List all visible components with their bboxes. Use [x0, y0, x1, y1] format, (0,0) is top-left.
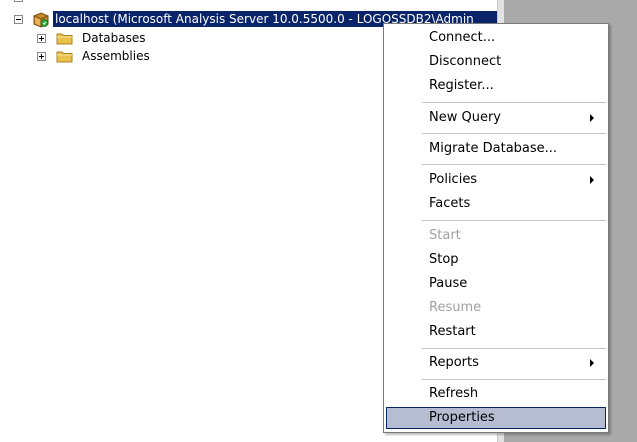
menu-separator [422, 379, 606, 381]
menu-item-restart[interactable]: Restart [386, 321, 606, 343]
menu-separator [422, 102, 606, 104]
menu-item-facets[interactable]: Facets [386, 193, 606, 215]
menu-separator [422, 348, 606, 350]
menu-separator [422, 133, 606, 135]
menu-item-refresh[interactable]: Refresh [386, 383, 606, 405]
menu-item-connect[interactable]: Connect... [386, 27, 606, 49]
menu-item-properties[interactable]: Properties [386, 407, 606, 429]
menu-item-label: Reports [429, 355, 479, 370]
analysis-server-icon [33, 12, 49, 28]
menu-separator [422, 164, 606, 166]
menu-item-new-query[interactable]: New Query [386, 107, 606, 129]
menu-item-reports[interactable]: Reports [386, 352, 606, 374]
menu-item-disconnect[interactable]: Disconnect [386, 51, 606, 73]
context-menu: Connect... Disconnect Register... New Qu… [383, 23, 609, 433]
menu-item-pause[interactable]: Pause [386, 273, 606, 295]
menu-item-resume: Resume [429, 300, 482, 315]
menu-item-stop[interactable]: Stop [386, 249, 606, 271]
menu-item-migrate-database[interactable]: Migrate Database... [386, 138, 606, 160]
menu-item-label: Policies [429, 172, 478, 187]
folder-icon [56, 51, 73, 63]
tree-node-label[interactable]: Assemblies [82, 48, 150, 64]
tree-node-cut-off [10, 0, 210, 5]
menu-item-policies[interactable]: Policies [386, 169, 606, 191]
submenu-arrow-icon [590, 176, 594, 184]
menu-item-register[interactable]: Register... [386, 75, 606, 97]
expand-toggle-icon[interactable] [37, 52, 46, 61]
expand-toggle-icon[interactable] [37, 34, 46, 43]
collapse-toggle-icon[interactable] [14, 15, 23, 24]
tree-node-assemblies[interactable]: Assemblies [0, 47, 200, 65]
collapse-toggle-icon[interactable] [14, 0, 23, 2]
tree-node-databases[interactable]: Databases [0, 29, 200, 47]
folder-icon [56, 33, 73, 45]
menu-item-start: Start [429, 228, 461, 243]
submenu-arrow-icon [590, 114, 594, 122]
tree-node-label[interactable]: Databases [82, 30, 146, 46]
menu-item-label: New Query [429, 110, 501, 125]
submenu-arrow-icon [590, 359, 594, 367]
menu-separator [422, 220, 606, 222]
